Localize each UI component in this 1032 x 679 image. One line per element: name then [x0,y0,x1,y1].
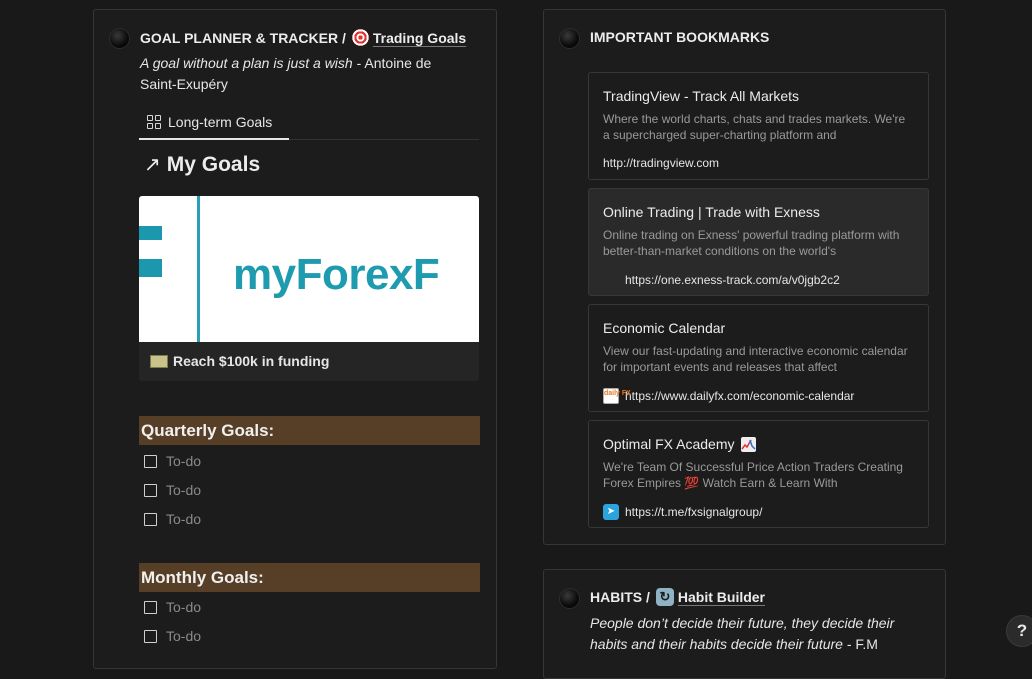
todo-item[interactable]: To-do [144,628,201,644]
habits-quote: People don’t decide their future, they d… [590,613,925,655]
bookmark-url: ➤ https://t.me/fxsignalgroup/ [603,504,762,520]
todo-label[interactable]: To-do [166,599,201,615]
checkbox[interactable] [144,512,157,526]
todo-label[interactable]: To-do [166,482,201,498]
goal-card-cover-image: myForexF [139,196,479,342]
bookmarks-heading: IMPORTANT BOOKMARKS [590,29,770,45]
checkbox[interactable] [144,483,157,497]
money-icon [150,354,168,368]
tab-long-term-goals[interactable]: Long-term Goals [139,105,289,140]
todo-item[interactable]: To-do [144,453,201,469]
todo-item[interactable]: To-do [144,511,201,527]
cover-logo-text: myForexF [233,250,440,299]
arrow-up-right-icon: ↗ [144,154,161,176]
bookmark-url-text: https://one.exness-track.com/a/v0jgb2c2 [625,273,840,287]
checkbox[interactable] [144,600,157,614]
goal-card-title-text: Reach $100k in funding [173,353,330,369]
recycle-icon: ↻ [655,588,674,606]
my-goals-title[interactable]: ↗ My Goals [144,152,260,177]
callout-bullet-icon [560,29,579,48]
help-button[interactable]: ? [1006,615,1032,647]
bookmark-description: View our fast-updating and interactive e… [603,344,908,374]
bookmark-title: TradingView - Track All Markets [603,88,800,104]
view-tabs: Long-term Goals [139,105,479,140]
bookmark-tradingview[interactable]: TradingView - Track All Markets Where th… [588,72,929,180]
goal-planner-heading: GOAL PLANNER & TRACKER / Trading Goals [140,29,466,46]
monthly-goals-heading: Monthly Goals: [139,563,480,592]
trading-goals-link[interactable]: Trading Goals [373,30,466,46]
goal-card-title: Reach $100k in funding [150,353,329,369]
quarterly-goals-heading: Quarterly Goals: [139,416,480,445]
grid-icon [147,114,161,129]
chart-up-down-icon [740,436,756,452]
bookmark-url-text: https://www.dailyfx.com/economic-calenda… [625,389,855,403]
dailyfx-icon: daily FX [603,388,631,404]
bookmark-url: https://one.exness-track.com/a/v0jgb2c2 [603,272,840,288]
bookmark-description: Online trading on Exness' powerful tradi… [603,228,900,258]
bookmark-url-text: http://tradingview.com [603,156,720,170]
todo-item[interactable]: To-do [144,599,201,615]
bookmark-title: Online Trading | Trade with Exness [603,204,820,220]
bookmark-description: We're Team Of Successful Price Action Tr… [603,460,903,490]
my-goals-label: My Goals [166,152,261,176]
bookmark-url-text: https://t.me/fxsignalgroup/ [625,505,763,519]
telegram-icon: ➤ [603,504,619,520]
goal-quote-text: A goal without a plan is just a wish [140,55,353,71]
callout-bullet-icon [560,589,579,608]
cover-logo-mark-lower [139,259,162,277]
habits-panel: HABITS / ↻ Habit Builder People don’t de… [543,569,946,679]
cover-divider [197,196,200,342]
callout-bullet-icon [110,29,129,48]
bookmark-exness[interactable]: Online Trading | Trade with Exness Onlin… [588,188,929,296]
bookmark-optimal-fx[interactable]: Optimal FX Academy We're Team Of Success… [588,420,929,528]
goal-card[interactable]: myForexF Reach $100k in funding [139,196,479,381]
checkbox[interactable] [144,454,157,468]
todo-item[interactable]: To-do [144,482,201,498]
bookmark-description: Where the world charts, chats and trades… [603,112,906,142]
checkbox[interactable] [144,629,157,643]
habits-title: HABITS / [590,589,650,605]
bookmarks-panel: IMPORTANT BOOKMARKS TradingView - Track … [543,9,946,545]
target-icon [351,29,369,46]
habits-quote-author: - F.M [842,636,878,652]
goal-quote: A goal without a plan is just a wish - A… [140,53,460,95]
blank-favicon-icon [603,272,619,288]
goal-planner-title: GOAL PLANNER & TRACKER / [140,29,346,46]
bookmark-economic-calendar[interactable]: Economic Calendar View our fast-updating… [588,304,929,412]
habits-heading: HABITS / ↻ Habit Builder [590,588,765,606]
goal-planner-panel: GOAL PLANNER & TRACKER / Trading Goals A… [93,9,497,669]
todo-label[interactable]: To-do [166,453,201,469]
cover-logo-mark [139,226,162,240]
habit-builder-link[interactable]: Habit Builder [678,589,765,605]
bookmark-title: Economic Calendar [603,320,726,336]
todo-label[interactable]: To-do [166,628,201,644]
bookmark-title: Optimal FX Academy [603,436,735,452]
tab-label: Long-term Goals [168,113,273,130]
bookmark-url: daily FX https://www.dailyfx.com/economi… [603,388,854,404]
todo-label[interactable]: To-do [166,511,201,527]
bookmark-title-row: Optimal FX Academy [603,436,756,452]
bookmark-url: http://tradingview.com [603,156,719,170]
